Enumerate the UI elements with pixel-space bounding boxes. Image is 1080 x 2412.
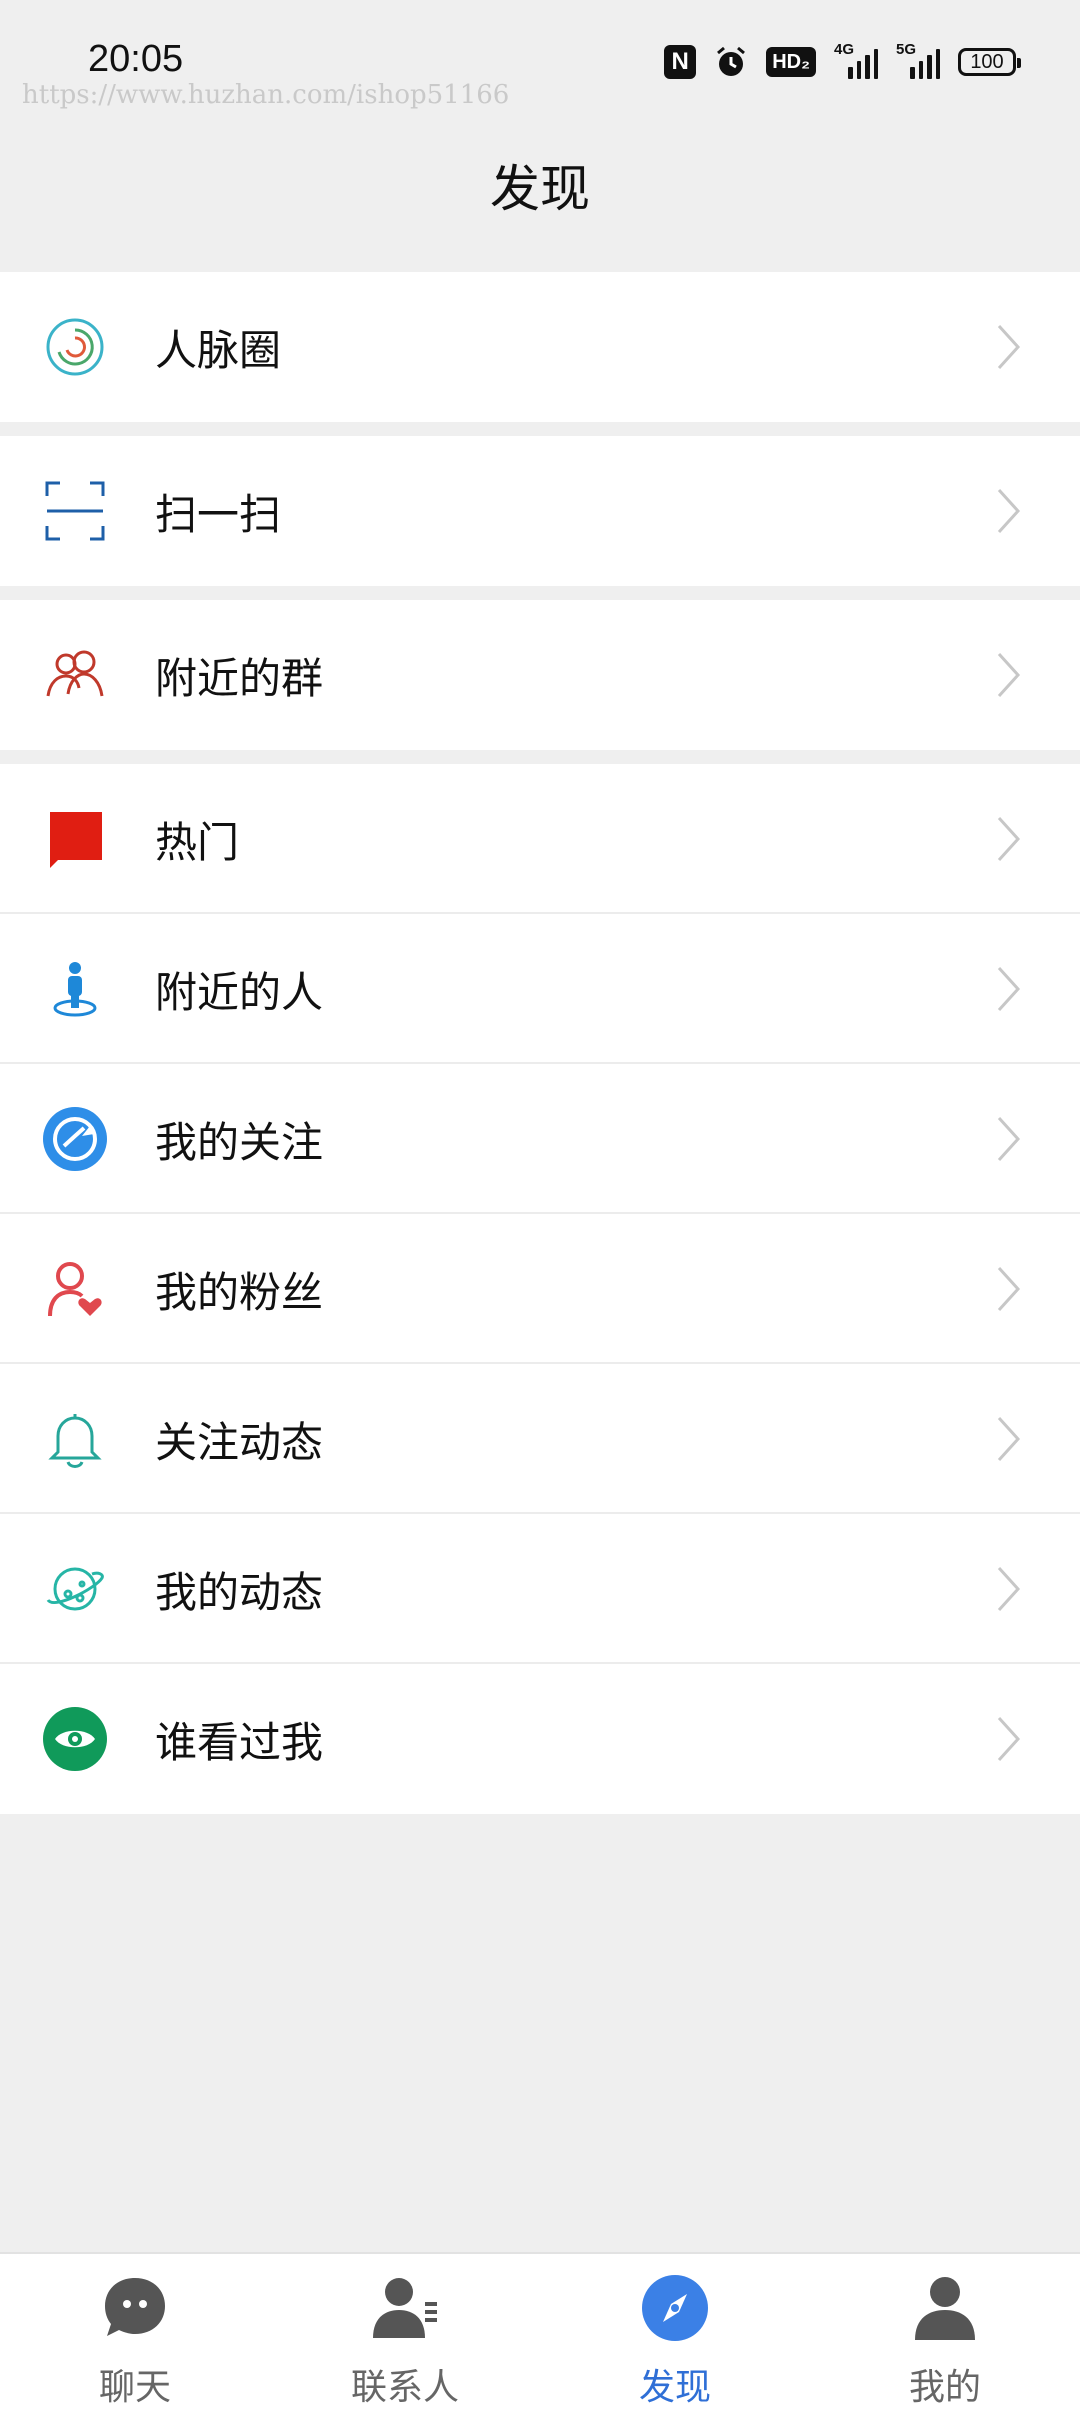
chevron-right-icon — [997, 816, 1021, 862]
bottom-tab-bar: 聊天 联系人 发现 我的 — [0, 2252, 1080, 2412]
signal-4g-label: 4G — [834, 41, 855, 58]
chevron-right-icon — [997, 488, 1021, 534]
menu-item-label: 我的关注 — [155, 1117, 324, 1167]
signal-4g-icon: 4G — [834, 41, 878, 79]
signal-5g-icon: 5G — [896, 41, 940, 79]
tab-label: 发现 — [638, 2367, 711, 2408]
chevron-right-icon — [997, 1716, 1021, 1762]
alarm-icon — [714, 45, 748, 79]
page-header: 发现 — [0, 140, 1080, 230]
profile-icon — [909, 2272, 981, 2344]
menu-item-hot[interactable]: 热门 — [0, 764, 1080, 914]
menu-item-label: 我的动态 — [155, 1567, 324, 1617]
menu-item-label: 附近的群 — [155, 653, 324, 703]
tab-me[interactable]: 我的 — [810, 2254, 1080, 2412]
nfc-icon: N — [664, 45, 697, 79]
fans-icon — [42, 1256, 108, 1322]
chevron-right-icon — [997, 1416, 1021, 1462]
status-time: 20:05 — [88, 38, 184, 80]
flag-icon — [42, 806, 108, 872]
menu-item-scan[interactable]: 扫一扫 — [0, 436, 1080, 586]
scan-icon — [42, 478, 108, 544]
menu-item-label: 附近的人 — [155, 967, 324, 1017]
menu-item-nearby-people[interactable]: 附近的人 — [0, 914, 1080, 1064]
chat-bubble-icon — [99, 2272, 171, 2344]
network-circle-icon — [42, 314, 108, 380]
menu-item-label: 我的粉丝 — [155, 1267, 324, 1317]
menu-item-my-follows[interactable]: 我的关注 — [0, 1064, 1080, 1214]
tab-discover[interactable]: 发现 — [540, 2254, 810, 2412]
discover-menu-list: 人脉圈 扫一扫 附近的群 热门 附近的人 我的关注 我的粉丝 关注动态 我的动态… — [0, 272, 1080, 1814]
status-bar: 20:05 https://www.huzhan.com/ishop51166 … — [0, 0, 1080, 110]
signal-5g-label: 5G — [896, 41, 917, 58]
page-title: 发现 — [490, 160, 590, 218]
menu-item-label: 谁看过我 — [155, 1717, 324, 1767]
chevron-right-icon — [997, 324, 1021, 370]
location-person-icon — [42, 956, 108, 1022]
menu-item-label: 关注动态 — [155, 1417, 324, 1467]
tab-contacts[interactable]: 联系人 — [270, 2254, 540, 2412]
status-icons: N HD₂ 4G 5G 100 — [664, 41, 1021, 82]
battery-icon: 100 — [958, 48, 1021, 76]
tab-label: 联系人 — [350, 2367, 459, 2408]
chevron-right-icon — [997, 652, 1021, 698]
watermark-text: https://www.huzhan.com/ishop51166 — [22, 80, 510, 110]
tab-label: 我的 — [908, 2367, 981, 2408]
menu-item-follow-feed[interactable]: 关注动态 — [0, 1364, 1080, 1514]
tab-chat[interactable]: 聊天 — [0, 2254, 270, 2412]
planet-icon — [42, 1556, 108, 1622]
follow-icon — [42, 1106, 108, 1172]
menu-item-label: 人脉圈 — [155, 325, 282, 375]
chevron-right-icon — [997, 1116, 1021, 1162]
group-icon — [42, 642, 108, 708]
menu-item-my-moments[interactable]: 我的动态 — [0, 1514, 1080, 1664]
menu-item-label: 扫一扫 — [155, 489, 282, 539]
menu-item-network[interactable]: 人脉圈 — [0, 272, 1080, 422]
menu-item-label: 热门 — [155, 817, 240, 867]
contacts-icon — [369, 2272, 441, 2344]
chevron-right-icon — [997, 1266, 1021, 1312]
chevron-right-icon — [997, 966, 1021, 1012]
tab-label: 聊天 — [98, 2367, 171, 2408]
bell-icon — [42, 1406, 108, 1472]
eye-icon — [42, 1706, 108, 1772]
hd-icon: HD₂ — [766, 47, 816, 77]
menu-item-nearby-groups[interactable]: 附近的群 — [0, 600, 1080, 750]
menu-item-who-viewed-me[interactable]: 谁看过我 — [0, 1664, 1080, 1814]
chevron-right-icon — [997, 1566, 1021, 1612]
compass-icon — [639, 2272, 711, 2344]
menu-item-my-fans[interactable]: 我的粉丝 — [0, 1214, 1080, 1364]
